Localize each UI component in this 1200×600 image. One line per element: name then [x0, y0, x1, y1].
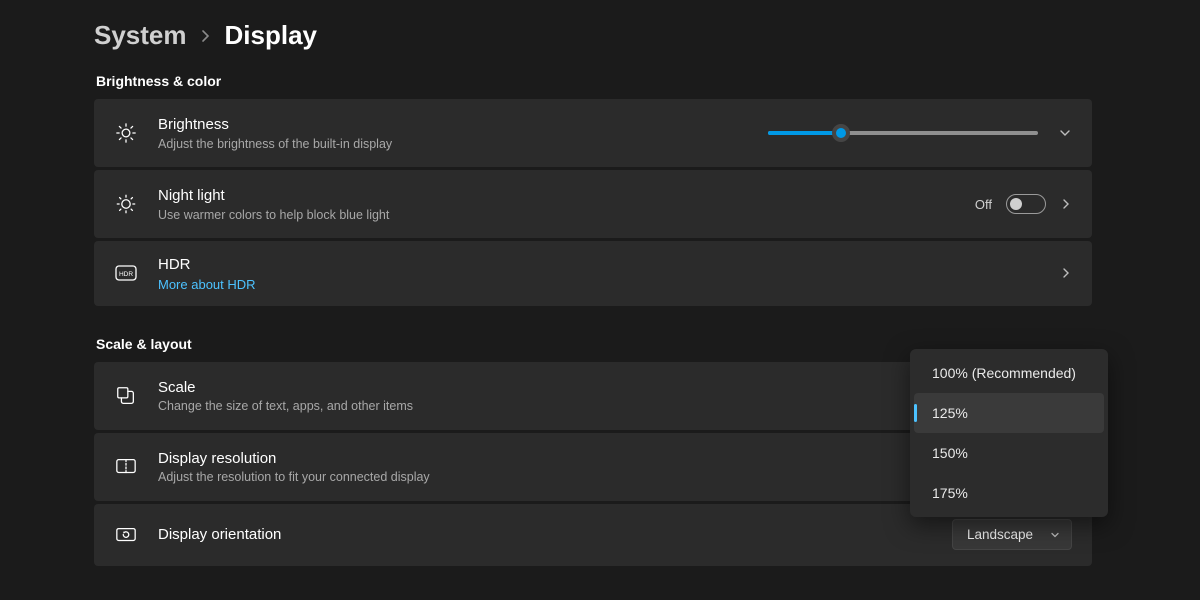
- breadcrumb-parent[interactable]: System: [94, 20, 187, 51]
- row-night-light-sub: Use warmer colors to help block blue lig…: [158, 208, 975, 222]
- hdr-icon: HDR: [114, 261, 138, 285]
- brightness-slider[interactable]: [768, 123, 1038, 143]
- row-resolution-text: Display resolution Adjust the resolution…: [158, 449, 923, 485]
- scale-option-3[interactable]: 175%: [910, 473, 1108, 513]
- row-hdr-title: HDR: [158, 255, 1060, 275]
- row-orientation-text: Display orientation: [158, 525, 952, 545]
- scale-option-2[interactable]: 150%: [910, 433, 1108, 473]
- scale-icon: [114, 384, 138, 408]
- orientation-icon: [114, 523, 138, 547]
- breadcrumb-current: Display: [225, 20, 318, 51]
- chevron-right-icon[interactable]: [1060, 197, 1072, 211]
- svg-text:HDR: HDR: [119, 271, 133, 278]
- row-scale-sub: Change the size of text, apps, and other…: [158, 399, 952, 413]
- row-brightness-text: Brightness Adjust the brightness of the …: [158, 115, 768, 151]
- orientation-value: Landscape: [967, 527, 1033, 542]
- row-hdr-text: HDR More about HDR: [158, 255, 1060, 292]
- chevron-down-icon: [1049, 529, 1061, 541]
- hdr-more-link[interactable]: More about HDR: [158, 277, 1060, 292]
- section-header-brightness-color: Brightness & color: [96, 73, 1092, 89]
- row-resolution-sub: Adjust the resolution to fit your connec…: [158, 470, 923, 484]
- row-scale-title: Scale: [158, 378, 952, 398]
- night-light-state-label: Off: [975, 197, 992, 212]
- chevron-right-icon: [201, 29, 211, 43]
- orientation-select[interactable]: Landscape: [952, 519, 1072, 550]
- scale-option-1[interactable]: 125%: [914, 393, 1104, 433]
- breadcrumb: System Display: [94, 20, 1200, 51]
- sun-outline-icon: [114, 192, 138, 216]
- row-brightness[interactable]: Brightness Adjust the brightness of the …: [94, 99, 1092, 167]
- night-light-toggle[interactable]: [1006, 194, 1046, 214]
- chevron-down-icon[interactable]: [1058, 126, 1072, 140]
- row-hdr[interactable]: HDR HDR More about HDR: [94, 241, 1092, 306]
- row-brightness-sub: Adjust the brightness of the built-in di…: [158, 137, 768, 151]
- resolution-icon: [114, 455, 138, 479]
- sun-icon: [114, 121, 138, 145]
- row-brightness-title: Brightness: [158, 115, 768, 135]
- row-resolution-title: Display resolution: [158, 449, 923, 469]
- row-scale-text: Scale Change the size of text, apps, and…: [158, 378, 952, 414]
- row-night-light[interactable]: Night light Use warmer colors to help bl…: [94, 170, 1092, 238]
- row-night-light-title: Night light: [158, 186, 975, 206]
- scale-option-0[interactable]: 100% (Recommended): [910, 353, 1108, 393]
- row-night-light-text: Night light Use warmer colors to help bl…: [158, 186, 975, 222]
- chevron-right-icon[interactable]: [1060, 266, 1072, 280]
- scale-dropdown[interactable]: 100% (Recommended) 125% 150% 175%: [910, 349, 1108, 517]
- row-orientation-title: Display orientation: [158, 525, 952, 545]
